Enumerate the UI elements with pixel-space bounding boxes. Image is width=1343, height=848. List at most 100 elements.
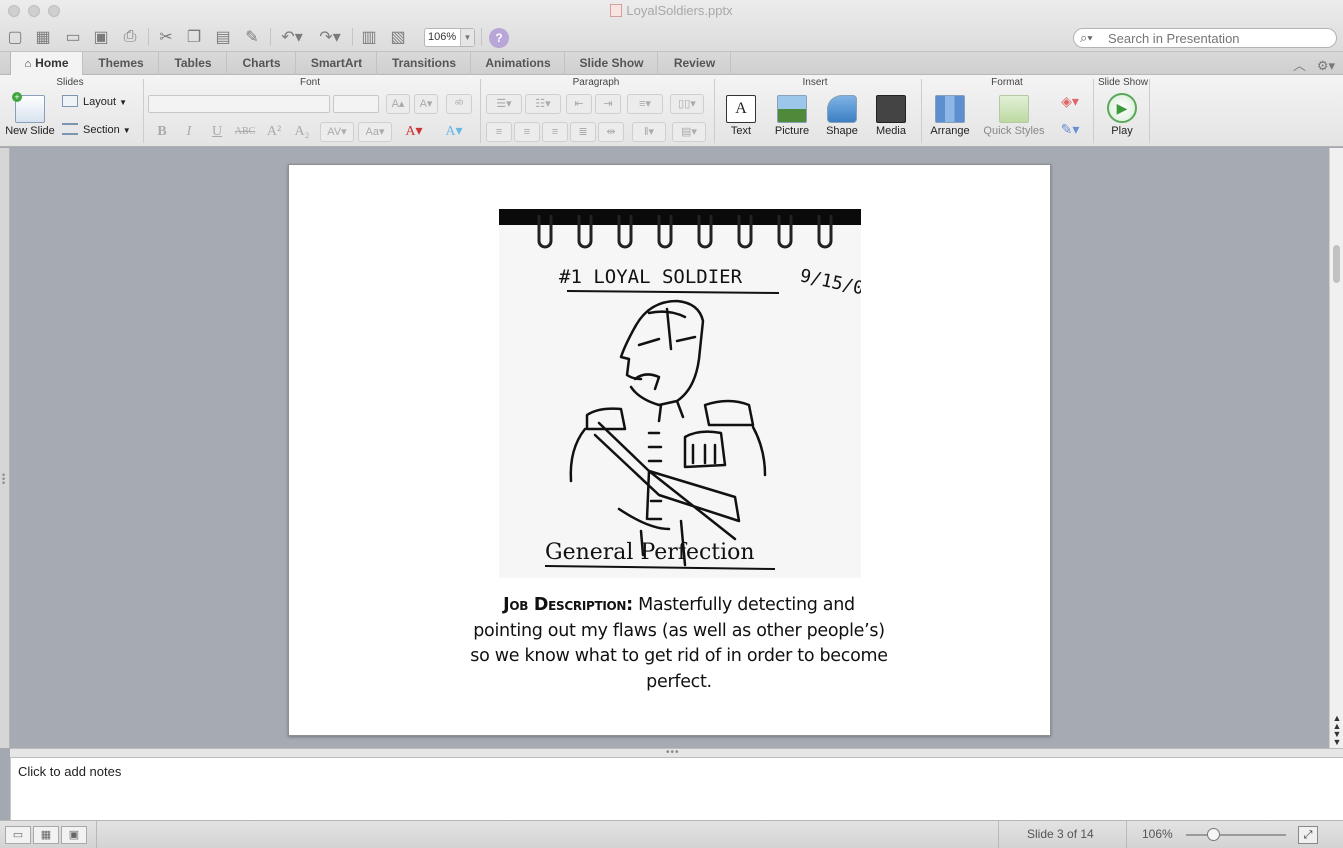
align-text-icon[interactable]: ▤▾ <box>672 122 706 142</box>
tab-label: Charts <box>242 56 281 70</box>
search-box[interactable]: ⌕▾ <box>1073 28 1337 48</box>
distribute-icon[interactable]: ⇹ <box>598 122 624 142</box>
group-divider <box>1149 79 1150 143</box>
align-center-icon[interactable]: ≡ <box>514 122 540 142</box>
ribbon-collapse-icon[interactable]: ︿ ⚙▾ <box>1293 55 1335 74</box>
subscript-icon[interactable]: A₂ <box>291 122 313 142</box>
layout-button[interactable]: Layout ▼ <box>62 95 138 108</box>
open-folder-icon[interactable]: ▭ <box>62 26 84 48</box>
media-button[interactable]: Media <box>868 95 914 137</box>
text-direction-icon[interactable]: ‖▾ <box>632 122 666 142</box>
tab-review[interactable]: Review <box>659 52 731 75</box>
increase-font-size-icon[interactable]: A▴ <box>386 94 410 114</box>
print-icon[interactable]: ⎙ <box>119 26 141 48</box>
normal-view-icon[interactable]: ▭ <box>5 826 31 844</box>
thumbnail-pane-collapsed[interactable]: • • • <box>0 148 10 748</box>
numbering-icon[interactable]: ☷▾ <box>525 94 561 114</box>
group-divider <box>480 79 481 143</box>
superscript-icon[interactable]: A² <box>263 122 285 142</box>
decrease-indent-icon[interactable]: ⇤ <box>566 94 592 114</box>
clear-formatting-icon[interactable]: ᵃᵇ <box>446 94 472 114</box>
scrollbar-thumb[interactable] <box>1333 245 1340 283</box>
cut-icon[interactable]: ✂ <box>155 26 177 48</box>
shape-fill-icon[interactable]: ◈▾ <box>1054 93 1086 113</box>
slide-sorter-view-icon[interactable]: ▦ <box>33 826 59 844</box>
chevron-down-icon: ▼ <box>122 126 131 135</box>
zoom-slider[interactable] <box>1186 834 1286 836</box>
slide-show-view-icon[interactable]: ▣ <box>61 826 87 844</box>
align-left-icon[interactable]: ≡ <box>486 122 512 142</box>
sketch-caption: General Perfection <box>545 540 755 565</box>
character-spacing-icon[interactable]: AV▾ <box>320 122 354 142</box>
bullets-icon[interactable]: ☰▾ <box>486 94 522 114</box>
loyal-soldier-sketch[interactable]: #1 LOYAL SOLDIER 9/15/09 General Perfect… <box>499 209 861 578</box>
font-size-select[interactable] <box>333 95 379 113</box>
paste-icon[interactable]: ▤ <box>212 26 234 48</box>
format-painter-icon[interactable]: ✎ <box>241 26 263 48</box>
help-icon[interactable]: ? <box>489 28 509 48</box>
notes-placeholder[interactable]: Click to add notes <box>18 764 121 779</box>
change-case-icon[interactable]: Aa▾ <box>358 122 392 142</box>
group-title-paragraph: Paragraph <box>572 77 620 88</box>
status-separator <box>96 821 97 848</box>
tab-charts[interactable]: Charts <box>228 52 296 75</box>
slide[interactable]: #1 LOYAL SOLDIER 9/15/09 General Perfect… <box>288 164 1051 736</box>
section-icon <box>62 123 78 135</box>
shape-button[interactable]: Shape <box>820 95 864 137</box>
strikethrough-icon[interactable]: ABC <box>234 122 256 142</box>
shape-icon <box>827 95 857 123</box>
copy-icon[interactable]: ❐ <box>183 26 205 48</box>
new-slide-button[interactable]: + New Slide <box>3 92 57 137</box>
redo-icon[interactable]: ↷▾ <box>315 26 345 48</box>
columns-icon[interactable]: ▯▯▾ <box>670 94 704 114</box>
text-effects-icon[interactable]: A▾ <box>440 122 468 142</box>
tab-smartart[interactable]: SmartArt <box>297 52 377 75</box>
save-icon[interactable]: ▣ <box>90 26 112 48</box>
templates-icon[interactable]: ▦ <box>32 26 54 48</box>
tab-transitions[interactable]: Transitions <box>378 52 471 75</box>
notes-resize-handle[interactable]: ••• <box>10 747 1343 758</box>
quick-styles-button[interactable]: Quick Styles <box>980 95 1048 137</box>
vertical-scrollbar[interactable]: ▲ ▲ ▼ ▼ <box>1329 148 1343 748</box>
arrange-button[interactable]: Arrange <box>926 95 974 137</box>
bold-icon[interactable]: B <box>151 122 173 142</box>
play-button[interactable]: ▶ Play <box>1098 93 1146 137</box>
font-name-select[interactable] <box>148 95 330 113</box>
text-box-button[interactable]: A Text <box>718 95 764 137</box>
section-button[interactable]: Section ▼ <box>62 123 138 136</box>
zoom-slider-knob[interactable] <box>1207 828 1220 841</box>
home-icon: ⌂ <box>24 58 32 70</box>
notes-pane[interactable]: Click to add notes <box>10 758 1343 820</box>
decrease-font-size-icon[interactable]: A▾ <box>414 94 438 114</box>
scroll-arrows-icon[interactable]: ▲ ▲ ▼ ▼ <box>1331 714 1343 747</box>
group-divider <box>1093 79 1094 143</box>
tab-tables[interactable]: Tables <box>160 52 227 75</box>
picture-button[interactable]: Picture <box>768 95 816 137</box>
undo-icon[interactable]: ↶▾ <box>277 26 307 48</box>
picture-icon <box>777 95 807 123</box>
pane-resize-handle[interactable]: • • • <box>2 471 5 488</box>
job-description-text[interactable]: Job Description: Masterfully detecting a… <box>469 593 889 695</box>
justify-icon[interactable]: ≣ <box>570 122 596 142</box>
increase-indent-icon[interactable]: ⇥ <box>595 94 621 114</box>
tab-animations[interactable]: Animations <box>472 52 565 75</box>
fit-to-window-icon[interactable]: ⤢ <box>1298 826 1318 844</box>
chevron-down-icon[interactable]: ▼ <box>460 29 474 46</box>
new-document-icon[interactable]: ▢ <box>4 26 26 48</box>
font-color-icon[interactable]: A▾ <box>400 122 428 142</box>
underline-icon[interactable]: U <box>206 122 228 142</box>
media-browser-icon[interactable]: ▧ <box>387 26 409 48</box>
sketch-title: #1 LOYAL SOLDIER <box>559 266 743 288</box>
shape-line-icon[interactable]: ✎▾ <box>1054 121 1086 141</box>
line-spacing-icon[interactable]: ≡▾ <box>627 94 663 114</box>
search-input[interactable] <box>1108 30 1328 46</box>
search-icon[interactable]: ⌕▾ <box>1080 30 1093 46</box>
tab-slide-show[interactable]: Slide Show <box>566 52 658 75</box>
italic-icon[interactable]: I <box>178 122 200 142</box>
tab-themes[interactable]: Themes <box>84 52 159 75</box>
tab-label: Animations <box>485 56 551 70</box>
align-right-icon[interactable]: ≡ <box>542 122 568 142</box>
show-hide-icon[interactable]: ▥ <box>358 26 380 48</box>
tab-home[interactable]: ⌂ Home <box>10 52 83 76</box>
zoom-field[interactable]: 106% ▼ <box>424 28 475 47</box>
